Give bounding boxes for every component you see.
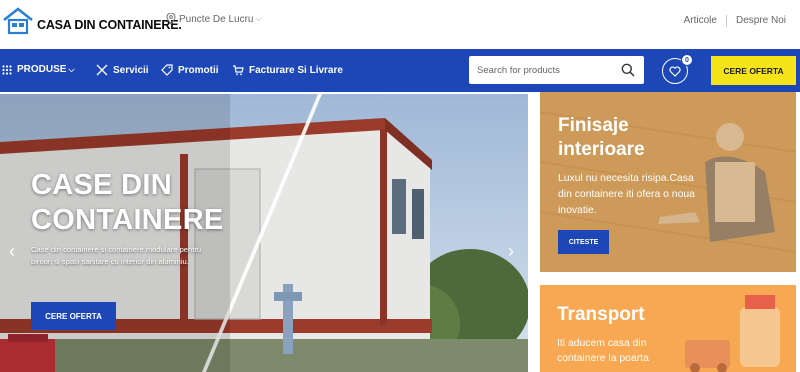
finisaje-description: Luxul nu necesita risipa.Casa din contai…	[558, 173, 695, 216]
read-more-button[interactable]: CITESTE	[558, 230, 609, 254]
nav-label: Promotii	[178, 64, 219, 76]
heart-icon	[669, 66, 681, 77]
tag-icon	[161, 64, 173, 76]
transport-title: Transport	[557, 304, 645, 325]
products-menu[interactable]: PRODUSE ⌵	[2, 64, 75, 75]
hero-description: Case din containere si containere modula…	[31, 245, 202, 266]
location-selector[interactable]: Puncte De Lucru ⌵	[166, 13, 262, 25]
nav-servicii[interactable]: Servicii	[96, 64, 149, 76]
hero-offer-button[interactable]: CERE OFERTA	[31, 302, 116, 330]
chevron-right-icon[interactable]: ›	[508, 241, 514, 262]
hero-title-line: CONTAINERE	[31, 204, 224, 236]
divider	[725, 15, 727, 27]
nav-label: Servicii	[113, 64, 149, 76]
cart-icon	[233, 65, 244, 76]
top-header: CASA DIN CONTAINERE. Puncte De Lucru ⌵ A…	[0, 0, 800, 48]
transport-card[interactable]: Transport Iti aducem casa din containere…	[540, 285, 796, 372]
link-articole[interactable]: Articole	[684, 15, 717, 27]
site-logo[interactable]: CASA DIN CONTAINERE.	[2, 6, 182, 36]
map-pin-icon	[166, 13, 176, 25]
nav-facturare[interactable]: Facturare Si Livrare	[232, 64, 343, 76]
finisaje-title: Finisaje interioare	[558, 115, 645, 160]
search-input[interactable]	[477, 62, 617, 78]
wishlist-count-badge: 0	[681, 54, 693, 66]
hero-title-line: CASE DIN	[31, 169, 172, 201]
request-offer-button[interactable]: CERE OFERTA	[711, 56, 796, 85]
nav-promotii[interactable]: Promotii	[161, 64, 219, 76]
wishlist-button[interactable]: 0	[662, 54, 693, 84]
search-box	[469, 56, 644, 84]
location-label: Puncte De Lucru	[179, 13, 254, 25]
chevron-down-icon: ⌵	[255, 14, 262, 23]
main-nav: PRODUSE ⌵ Servicii Promotii Facturare Si…	[0, 49, 800, 92]
products-label: PRODUSE	[17, 64, 67, 75]
chevron-down-icon: ⌵	[68, 64, 75, 74]
search-icon[interactable]	[621, 63, 635, 77]
chevron-left-icon[interactable]: ‹	[9, 241, 15, 262]
hero-slider: CASE DIN CONTAINERE Case din containere …	[0, 94, 528, 372]
logo-text: CASA DIN CONTAINERE.	[37, 18, 182, 32]
top-links: Articole Despre Noi	[684, 15, 786, 27]
grid-icon	[2, 64, 12, 75]
nav-label: Facturare Si Livrare	[249, 64, 343, 76]
transport-description: Iti aducem casa din containere la poarta	[557, 338, 649, 364]
house-logo-icon	[3, 7, 33, 35]
finisaje-card[interactable]: Finisaje interioare Luxul nu necesita ri…	[540, 92, 796, 272]
link-despre-noi[interactable]: Despre Noi	[736, 15, 786, 27]
tools-icon	[96, 64, 108, 76]
hero-title: CASE DIN CONTAINERE	[31, 168, 224, 238]
